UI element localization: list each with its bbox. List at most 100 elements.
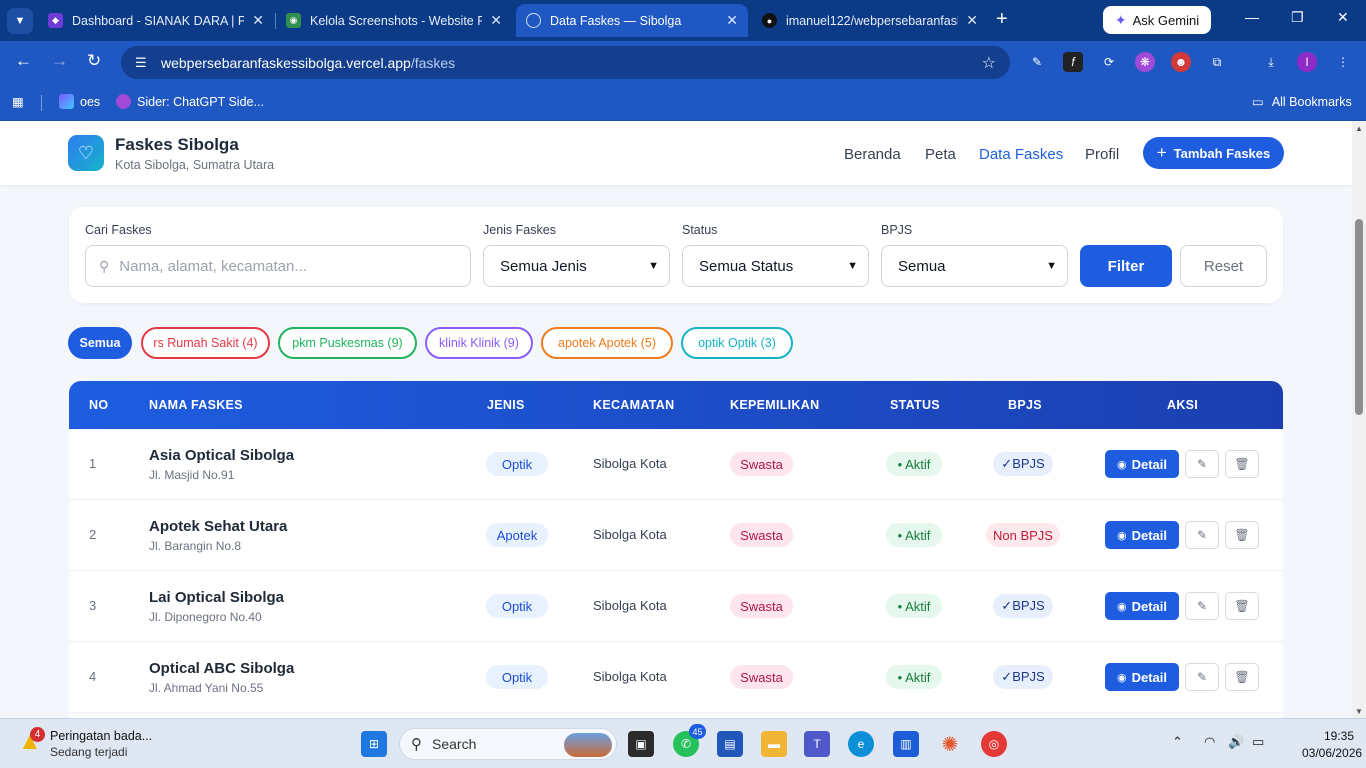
search-input[interactable]: ⚲ Nama, alamat, kecamatan... (85, 245, 471, 287)
status-select[interactable]: Semua Status ▼ (682, 245, 869, 287)
bpjs-badge: ✓BPJS (993, 452, 1053, 476)
heart-logo-icon[interactable]: ♡ (68, 135, 104, 171)
file-explorer-icon[interactable]: ▬ (761, 731, 787, 757)
wifi-icon[interactable]: ◠ (1204, 734, 1215, 750)
scroll-down-arrow-icon[interactable]: ▼ (1355, 707, 1363, 716)
red-extension-icon[interactable]: ☻ (1171, 52, 1191, 72)
close-tab-icon[interactable]: ✕ (966, 12, 978, 29)
site-header: ♡ Faskes Sibolga Kota Sibolga, Sumatra U… (0, 121, 1352, 185)
browser-tab-kelola-screenshots[interactable]: ◉ Kelola Screenshots - Website Pe ✕ (276, 4, 512, 37)
site-info-icon[interactable]: ☰ (135, 55, 153, 71)
address-bar[interactable]: ☰ webpersebaranfaskessibolga.vercel.app/… (121, 46, 1010, 79)
nav-peta[interactable]: Peta (925, 146, 956, 163)
chrome-icon[interactable]: ◎ (981, 731, 1007, 757)
close-tab-icon[interactable]: ✕ (726, 12, 738, 29)
chip-optik[interactable]: optik Optik (3) (681, 327, 793, 359)
scrollbar-thumb[interactable] (1355, 219, 1363, 415)
reset-button[interactable]: Reset (1180, 245, 1267, 287)
nav-beranda[interactable]: Beranda (844, 146, 901, 163)
detail-button[interactable]: ◉ Detail (1105, 663, 1179, 691)
chip-puskesmas[interactable]: pkm Puskesmas (9) (278, 327, 417, 359)
extensions-puzzle-icon[interactable]: ⧉ (1207, 52, 1227, 72)
weather-alert-widget[interactable]: ▲ 4 (18, 727, 48, 758)
edit-icon[interactable]: ✎ (1185, 592, 1219, 620)
jenis-select[interactable]: Semua Jenis ▼ (483, 245, 670, 287)
nav-data-faskes[interactable]: Data Faskes (979, 146, 1063, 163)
trash-icon[interactable]: 🗑 (1225, 521, 1259, 549)
tambah-faskes-button[interactable]: + Tambah Faskes (1143, 137, 1284, 169)
sync-extension-icon[interactable]: ⟳ (1099, 52, 1119, 72)
browser-tab-dashboard[interactable]: ◆ Dashboard - SIANAK DARA | Po ✕ (38, 4, 274, 37)
profile-avatar[interactable]: I (1297, 52, 1317, 72)
more-menu-icon[interactable]: ⋮ (1333, 52, 1353, 72)
tab-search-button[interactable]: ▼ (7, 7, 33, 34)
ask-gemini-button[interactable]: ✦ Ask Gemini (1103, 6, 1211, 34)
kecamatan-text: Sibolga Kota (593, 527, 667, 542)
kepemilikan-badge: Swasta (730, 523, 793, 547)
page-scrollbar[interactable]: ▲ ▼ (1352, 121, 1366, 718)
close-window-icon[interactable]: ✕ (1337, 9, 1349, 26)
restore-window-icon[interactable]: ❐ (1291, 9, 1304, 26)
status-badge: • Aktif (886, 523, 942, 547)
filter-button[interactable]: Filter (1080, 245, 1172, 287)
eyedropper-extension-icon[interactable]: ✎ (1027, 52, 1047, 72)
folder-icon: ▭ (1252, 95, 1264, 109)
eye-icon: ◉ (1116, 529, 1127, 542)
office-icon[interactable]: ▥ (893, 731, 919, 757)
apps-grid-icon[interactable]: ▦ (12, 94, 24, 109)
volume-icon[interactable]: 🔊 (1228, 734, 1244, 750)
edit-icon[interactable]: ✎ (1185, 663, 1219, 691)
sider-extension-icon[interactable]: ❋ (1135, 52, 1155, 72)
forward-arrow-icon[interactable]: → (51, 51, 68, 71)
teams-icon[interactable]: T (804, 731, 830, 757)
plus-icon: + (1156, 143, 1167, 162)
gemini-sparkle-icon: ✦ (1114, 11, 1127, 28)
trash-icon[interactable]: 🗑 (1225, 663, 1259, 691)
close-tab-icon[interactable]: ✕ (490, 12, 502, 29)
url-text: webpersebaranfaskessibolga.vercel.app/fa… (161, 54, 456, 71)
bpjs-select[interactable]: Semua ▼ (881, 245, 1068, 287)
edge-icon[interactable]: e (848, 731, 874, 757)
trash-icon[interactable]: 🗑 (1225, 592, 1259, 620)
scroll-up-arrow-icon[interactable]: ▲ (1355, 124, 1363, 133)
detail-button[interactable]: ◉ Detail (1105, 592, 1179, 620)
minimize-window-icon[interactable]: — (1245, 9, 1259, 25)
page-viewport: ♡ Faskes Sibolga Kota Sibolga, Sumatra U… (0, 121, 1352, 718)
chip-rumah-sakit[interactable]: rs Rumah Sakit (4) (141, 327, 270, 359)
browser-tab-github[interactable]: ● imanuel122/webpersebaranfask ✕ (752, 4, 988, 37)
all-bookmarks[interactable]: ▭ All Bookmarks (1252, 94, 1352, 110)
whatsapp-icon[interactable]: ✆ 45 (673, 724, 706, 757)
app-burst-icon[interactable]: ✺ (937, 731, 963, 757)
table-row: 3 Lai Optical Sibolga Jl. Diponegoro No.… (69, 571, 1283, 642)
chip-klinik[interactable]: klinik Klinik (9) (425, 327, 533, 359)
reload-icon[interactable]: ↻ (87, 51, 101, 71)
windows-start-icon[interactable]: ⊞ (361, 731, 387, 757)
table-row: 1 Asia Optical Sibolga Jl. Masjid No.91 … (69, 429, 1283, 500)
new-tab-plus-icon[interactable]: + (996, 9, 1008, 29)
bookmark-oes[interactable]: oes (59, 94, 100, 109)
clock-date: 03/06/2026 (1302, 746, 1363, 760)
browser-tab-data-faskes[interactable]: Data Faskes — Sibolga ✕ (516, 4, 748, 37)
edit-icon[interactable]: ✎ (1185, 450, 1219, 478)
row-number: 4 (89, 669, 97, 684)
chip-semua[interactable]: Semua (68, 327, 132, 359)
task-view-icon[interactable]: ▣ (628, 731, 654, 757)
nav-profil[interactable]: Profil (1085, 146, 1119, 163)
bookmark-star-icon[interactable]: ☆ (982, 53, 996, 73)
taskbar-clock[interactable]: 19:35 03/06/2026 (1302, 729, 1363, 760)
detail-button[interactable]: ◉ Detail (1105, 521, 1179, 549)
trash-icon[interactable]: 🗑 (1225, 450, 1259, 478)
download-icon[interactable]: ⤓ (1261, 52, 1281, 72)
close-tab-icon[interactable]: ✕ (252, 12, 264, 29)
font-extension-icon[interactable]: f (1063, 52, 1083, 72)
detail-button[interactable]: ◉ Detail (1105, 450, 1179, 478)
back-arrow-icon[interactable]: ← (15, 51, 32, 71)
microsoft-store-icon[interactable]: ▤ (717, 731, 743, 757)
chip-apotek[interactable]: apotek Apotek (5) (541, 327, 673, 359)
edit-icon[interactable]: ✎ (1185, 521, 1219, 549)
bookmark-sider[interactable]: Sider: ChatGPT Side... (116, 94, 264, 109)
taskbar-search[interactable]: ⚲ Search (399, 728, 617, 760)
tray-chevron-up-icon[interactable]: ⌃ (1172, 734, 1183, 750)
faskes-address: Jl. Barangin No.8 (149, 539, 242, 553)
battery-icon[interactable]: ▭ (1252, 734, 1264, 750)
